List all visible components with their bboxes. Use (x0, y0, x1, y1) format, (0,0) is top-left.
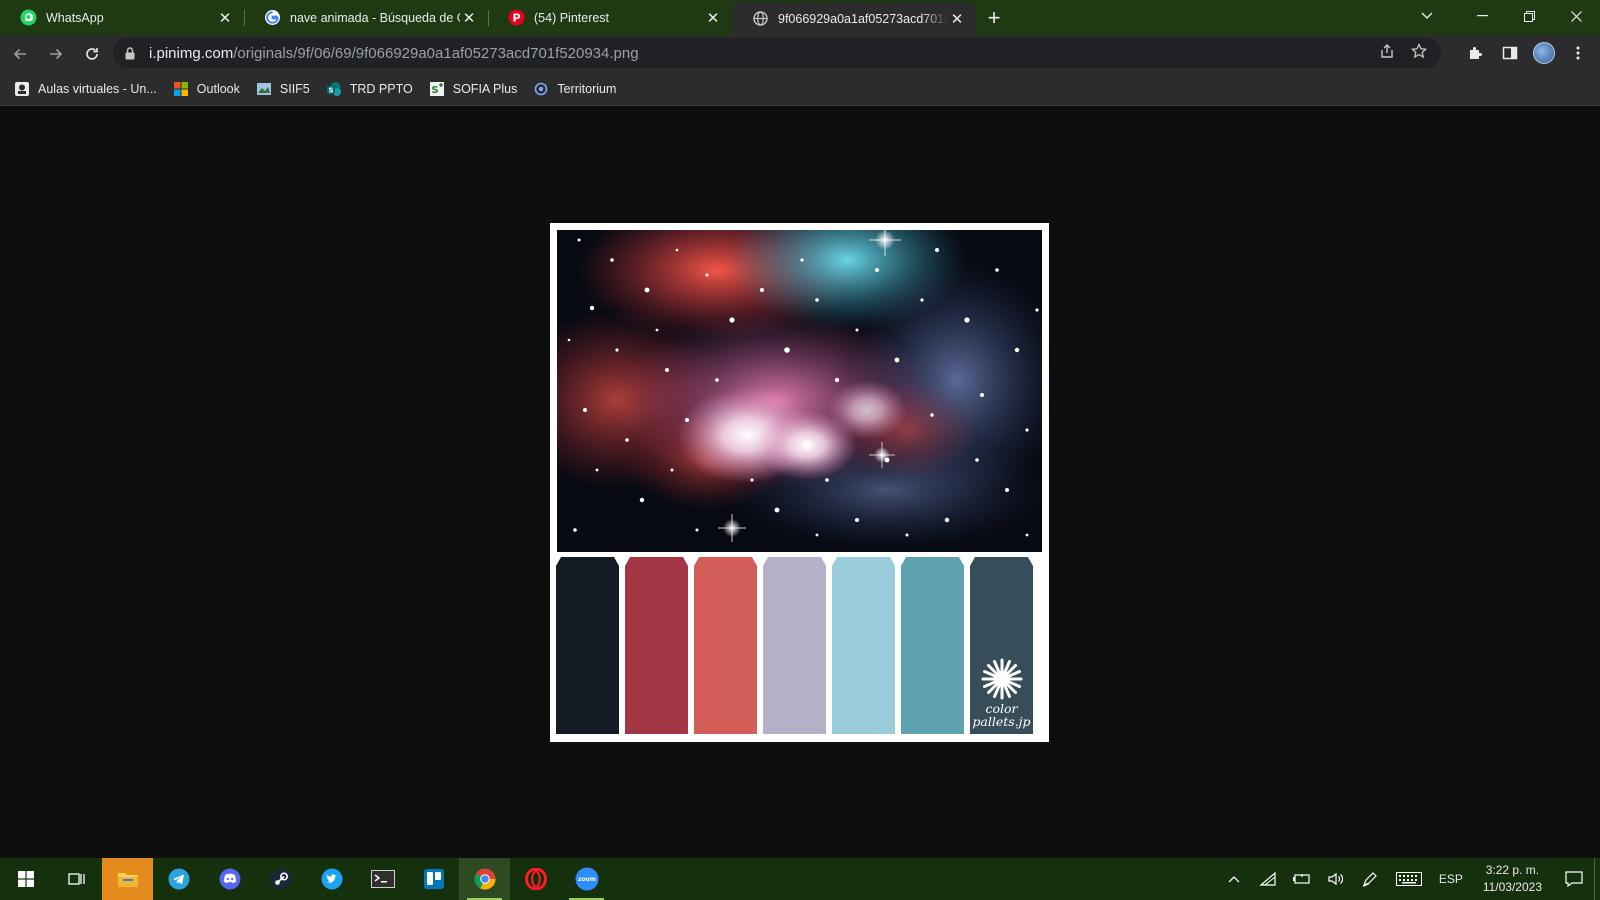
swatch-4 (763, 557, 826, 734)
lock-icon[interactable] (125, 46, 139, 60)
notifications-icon[interactable] (1554, 858, 1594, 900)
close-window-icon[interactable] (1553, 0, 1600, 32)
url-host: i.pinimg.com (149, 44, 234, 62)
bookmark-label: Outlook (196, 81, 240, 96)
reload-icon[interactable] (76, 38, 108, 70)
aulas-icon (14, 81, 30, 97)
svg-text:S: S (431, 85, 438, 96)
tab-title: (54) Pinterest (534, 10, 610, 25)
bookmark-siif5[interactable]: SIIF5 (256, 81, 310, 97)
window-controls (1459, 0, 1600, 32)
clock-date: 11/03/2023 (1482, 880, 1542, 894)
battery-icon[interactable] (1285, 858, 1319, 900)
tab-title: nave animada - Búsqueda de Google (290, 10, 460, 25)
colorpallets-logo: color pallets.jp (970, 658, 1033, 728)
close-icon[interactable]: ✕ (460, 9, 478, 27)
steam-icon[interactable] (255, 858, 306, 900)
microsoft-icon (173, 81, 189, 97)
network-icon[interactable] (1251, 858, 1285, 900)
forward-arrow-icon[interactable] (40, 38, 72, 70)
swatch-6 (901, 557, 964, 734)
pinterest-icon: P (508, 9, 525, 26)
browser-toolbar: i.pinimg.com/originals/9f/06/69/9f066929… (0, 35, 1600, 72)
svg-text:P: P (512, 12, 520, 25)
bookmark-label: Territorium (557, 81, 617, 96)
bookmarks-bar: Aulas virtuales - Un... Outlook SIIF5 S … (0, 72, 1600, 106)
new-tab-button[interactable]: + (976, 0, 1012, 35)
color-palette-image[interactable]: color pallets.jp (550, 223, 1049, 742)
clock[interactable]: 3:22 p. m. 11/03/2023 (1471, 862, 1554, 896)
clock-time: 3:22 p. m. (1485, 863, 1540, 877)
zoom-icon[interactable]: zoom (561, 858, 612, 900)
volume-icon[interactable] (1319, 858, 1353, 900)
extensions-puzzle-icon[interactable] (1462, 39, 1490, 67)
telegram-icon[interactable] (153, 858, 204, 900)
whatsapp-icon (20, 9, 37, 26)
side-panel-icon[interactable] (1496, 39, 1524, 67)
tab-title: WhatsApp (46, 10, 104, 25)
task-view-icon[interactable] (51, 858, 102, 900)
show-desktop-button[interactable] (1594, 858, 1600, 900)
tab-strip: WhatsApp ✕ nave animada - Búsqueda de Go… (0, 0, 1600, 35)
profile-avatar[interactable] (1530, 39, 1558, 67)
bookmark-aulas-virtuales[interactable]: Aulas virtuales - Un... (14, 81, 157, 97)
siif-icon (256, 81, 272, 97)
bookmark-trd-ppto[interactable]: S TRD PPTO (326, 81, 413, 97)
close-icon[interactable]: ✕ (216, 9, 234, 27)
pen-ink-icon[interactable] (1353, 858, 1387, 900)
bookmark-label: TRD PPTO (349, 81, 413, 96)
system-tray: ESP 3:22 p. m. 11/03/2023 (1217, 858, 1600, 900)
swatch-3 (694, 557, 757, 734)
minimize-icon[interactable] (1459, 0, 1506, 32)
globe-icon (752, 10, 769, 27)
chrome-icon[interactable] (459, 858, 510, 900)
input-language[interactable]: ESP (1431, 872, 1471, 886)
tab-whatsapp[interactable]: WhatsApp ✕ (0, 0, 244, 35)
svg-text:S: S (328, 86, 333, 94)
svg-text:zoom: zoom (578, 876, 596, 883)
tab-image-png[interactable]: 9f066929a0a1af05273acd701f520934.png ✕ (732, 2, 976, 35)
bookmark-label: Aulas virtuales - Un... (38, 81, 157, 96)
sofia-icon: S (429, 81, 445, 97)
address-bar[interactable]: i.pinimg.com/originals/9f/06/69/9f066929… (113, 38, 1441, 68)
google-icon (264, 9, 281, 26)
restore-icon[interactable] (1506, 0, 1553, 32)
bookmark-sofia-plus[interactable]: S SOFIA Plus (429, 81, 518, 97)
kebab-menu-icon[interactable] (1564, 39, 1592, 67)
palette-swatches: color pallets.jp (554, 557, 1045, 734)
url-path: /originals/9f/06/69/9f066929a0a1af05273a… (233, 44, 639, 62)
share-icon[interactable] (1379, 43, 1395, 63)
trello-icon[interactable] (408, 858, 459, 900)
bookmark-outlook[interactable]: Outlook (173, 81, 240, 97)
sharepoint-icon: S (326, 81, 342, 97)
windows-start-icon[interactable] (0, 858, 51, 900)
discord-icon[interactable] (204, 858, 255, 900)
terminal-icon[interactable] (357, 858, 408, 900)
close-icon[interactable]: ✕ (948, 10, 966, 28)
image-viewer: color pallets.jp (0, 106, 1600, 858)
nebula-photo (557, 230, 1042, 552)
swatch-2 (625, 557, 688, 734)
bookmark-territorium[interactable]: Territorium (533, 81, 616, 97)
opera-icon[interactable] (510, 858, 561, 900)
territorium-icon (533, 81, 549, 97)
brand-line-2: pallets.jp (972, 714, 1031, 729)
back-arrow-icon[interactable] (4, 38, 36, 70)
windows-taskbar: zoom ESP 3:22 p. m. 11/03/2023 (0, 858, 1600, 900)
bookmark-label: SOFIA Plus (452, 81, 518, 96)
bookmark-label: SIIF5 (279, 81, 310, 96)
close-icon[interactable]: ✕ (704, 9, 722, 27)
touch-keyboard-icon[interactable] (1387, 858, 1431, 900)
file-explorer-icon[interactable] (102, 858, 153, 900)
swatch-1 (556, 557, 619, 734)
tab-title: 9f066929a0a1af05273acd701f520934.png (778, 11, 948, 26)
bookmark-star-icon[interactable] (1410, 42, 1428, 63)
twitter-icon[interactable] (306, 858, 357, 900)
tab-search-chevron-down-icon[interactable] (1409, 0, 1445, 32)
tab-google-search[interactable]: nave animada - Búsqueda de Google ✕ (244, 0, 488, 35)
chevron-up-icon[interactable] (1217, 858, 1251, 900)
starburst-icon (981, 658, 1022, 700)
swatch-5 (832, 557, 895, 734)
tab-pinterest[interactable]: P (54) Pinterest ✕ (488, 0, 732, 35)
